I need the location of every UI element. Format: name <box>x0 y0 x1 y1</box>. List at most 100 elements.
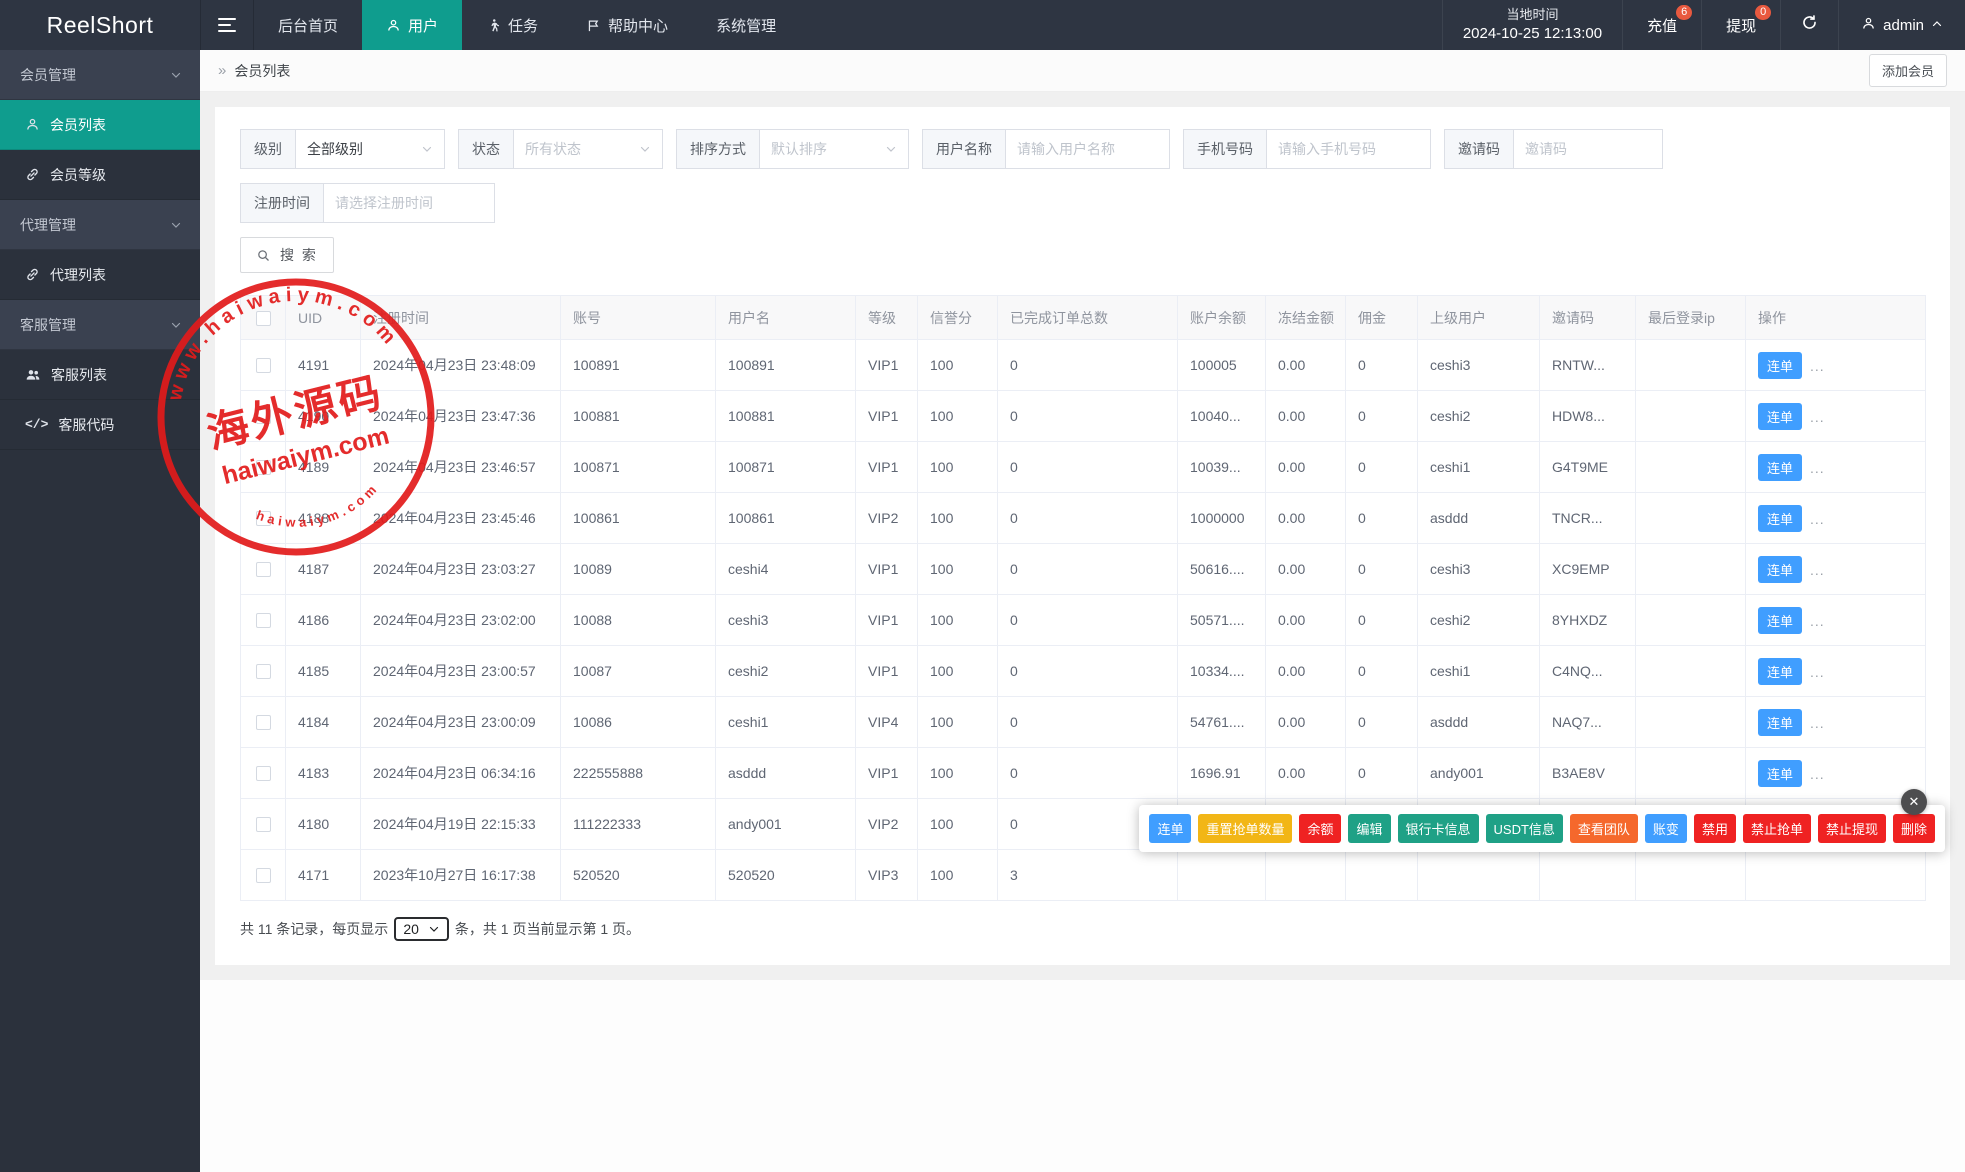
liandan-button[interactable]: 连单 <box>1758 658 1802 685</box>
filter-value: 全部级别 <box>307 139 363 159</box>
row-checkbox[interactable] <box>256 613 271 628</box>
recharge-button[interactable]: 充值 6 <box>1622 0 1701 50</box>
local-time-block: 当地时间 2024-10-25 12:13:00 <box>1442 0 1622 50</box>
nav-item-4[interactable]: 帮助中心 <box>562 0 692 50</box>
cell-orders: 0 <box>998 442 1178 493</box>
sidebar-item-1-1[interactable]: 会员列表 <box>0 100 200 150</box>
cell-parent: andy001 <box>1418 748 1540 799</box>
liandan-button[interactable]: 连单 <box>1758 760 1802 787</box>
liandan-button[interactable]: 连单 <box>1758 403 1802 430</box>
cell-parent: ceshi1 <box>1418 646 1540 697</box>
row-checkbox[interactable] <box>256 562 271 577</box>
navbar-right: 当地时间 2024-10-25 12:13:00 充值 6 提现 0 admin <box>1442 0 1965 50</box>
sidebar-group-1[interactable]: 会员管理 <box>0 50 200 100</box>
withdraw-button[interactable]: 提现 0 <box>1701 0 1780 50</box>
sidebar-group-2[interactable]: 代理管理 <box>0 200 200 250</box>
cell-commission <box>1346 850 1418 901</box>
sidebar-item-3-1[interactable]: 客服列表 <box>0 350 200 400</box>
popup-action-3[interactable]: 余额 <box>1299 814 1341 843</box>
cell-ip <box>1636 595 1746 646</box>
liandan-button[interactable]: 连单 <box>1758 505 1802 532</box>
cell-level: VIP1 <box>856 391 918 442</box>
popup-action-9[interactable]: 禁用 <box>1694 814 1736 843</box>
row-checkbox[interactable] <box>256 664 271 679</box>
sidebar-item-2-1[interactable]: 代理列表 <box>0 250 200 300</box>
page-title: 会员列表 <box>234 61 290 81</box>
liandan-button[interactable]: 连单 <box>1758 454 1802 481</box>
more-actions-button[interactable]: ... <box>1810 715 1825 731</box>
table-header-row: UID注册时间账号用户名等级信誉分已完成订单总数账户余额冻结金额佣金上级用户邀请… <box>241 296 1926 340</box>
filter-select[interactable]: 全部级别 <box>295 129 445 169</box>
brand-logo[interactable]: ReelShort <box>0 0 200 50</box>
popup-action-2[interactable]: 重置抢单数量 <box>1198 814 1292 843</box>
row-checkbox[interactable] <box>256 409 271 424</box>
search-row: 搜 索 <box>240 237 1925 273</box>
cell-orders: 3 <box>998 850 1178 901</box>
popup-action-6[interactable]: USDT信息 <box>1486 814 1563 843</box>
nav-item-2[interactable]: 用户 <box>362 0 462 50</box>
liandan-button[interactable]: 连单 <box>1758 352 1802 379</box>
more-actions-button[interactable]: ... <box>1810 358 1825 374</box>
popup-action-8[interactable]: 账变 <box>1645 814 1687 843</box>
filter-input[interactable]: 请输入手机号码 <box>1266 129 1431 169</box>
close-icon[interactable]: ✕ <box>1901 789 1927 815</box>
more-actions-button[interactable]: ... <box>1810 664 1825 680</box>
cell-credit: 100 <box>918 799 998 850</box>
liandan-button[interactable]: 连单 <box>1758 556 1802 583</box>
more-actions-button[interactable]: ... <box>1810 613 1825 629</box>
add-member-button[interactable]: 添加会员 <box>1869 54 1947 87</box>
cell-username: andy001 <box>716 799 856 850</box>
sidebar-item-1-2[interactable]: 会员等级 <box>0 150 200 200</box>
filter-label: 注册时间 <box>240 183 323 223</box>
cell-action: 连单... <box>1746 595 1926 646</box>
row-checkbox[interactable] <box>256 511 271 526</box>
search-button[interactable]: 搜 索 <box>240 237 334 273</box>
more-actions-button[interactable]: ... <box>1810 562 1825 578</box>
nav-item-1[interactable]: 后台首页 <box>254 0 362 50</box>
cell-username: 520520 <box>716 850 856 901</box>
page-size-select[interactable]: 20 <box>394 917 449 941</box>
select-all-checkbox[interactable] <box>256 311 271 326</box>
filter-input[interactable]: 邀请码 <box>1513 129 1663 169</box>
popup-action-7[interactable]: 查看团队 <box>1570 814 1638 843</box>
popup-action-1[interactable]: 连单 <box>1149 814 1191 843</box>
row-checkbox[interactable] <box>256 766 271 781</box>
popup-action-5[interactable]: 银行卡信息 <box>1398 814 1479 843</box>
popup-action-4[interactable]: 编辑 <box>1348 814 1390 843</box>
refresh-button[interactable] <box>1780 0 1838 50</box>
filter-input[interactable]: 请输入用户名称 <box>1005 129 1170 169</box>
filter-select[interactable]: 所有状态 <box>513 129 663 169</box>
filter-select[interactable]: 默认排序 <box>759 129 909 169</box>
nav-item-5[interactable]: 系统管理 <box>692 0 800 50</box>
liandan-button[interactable]: 连单 <box>1758 607 1802 634</box>
filter-label: 手机号码 <box>1183 129 1266 169</box>
sidebar-group-3[interactable]: 客服管理 <box>0 300 200 350</box>
more-actions-button[interactable]: ... <box>1810 460 1825 476</box>
filter-input[interactable]: 请选择注册时间 <box>323 183 495 223</box>
chevron-up-icon <box>1931 17 1943 34</box>
row-checkbox[interactable] <box>256 460 271 475</box>
sidebar-item-3-2[interactable]: </>客服代码 <box>0 400 200 450</box>
row-checkbox[interactable] <box>256 358 271 373</box>
row-checkbox[interactable] <box>256 868 271 883</box>
row-checkbox[interactable] <box>256 817 271 832</box>
nav-item-3[interactable]: 任务 <box>462 0 562 50</box>
pagination-prefix: 共 11 条记录，每页显示 <box>240 919 388 939</box>
cell-balance: 1696.91 <box>1178 748 1266 799</box>
more-actions-button[interactable]: ... <box>1810 511 1825 527</box>
liandan-button[interactable]: 连单 <box>1758 709 1802 736</box>
cell-commission: 0 <box>1346 493 1418 544</box>
sidebar-toggle-button[interactable] <box>200 0 254 50</box>
popup-action-10[interactable]: 禁止抢单 <box>1743 814 1811 843</box>
row-checkbox[interactable] <box>256 715 271 730</box>
cell-ip <box>1636 697 1746 748</box>
more-actions-button[interactable]: ... <box>1810 409 1825 425</box>
popup-action-11[interactable]: 禁止提现 <box>1818 814 1886 843</box>
cell-level: VIP1 <box>856 544 918 595</box>
popup-action-12[interactable]: 删除 <box>1893 814 1935 843</box>
chevron-down-icon <box>421 143 433 155</box>
cell-commission: 0 <box>1346 442 1418 493</box>
breadcrumb-caret-icon: » <box>218 62 226 79</box>
more-actions-button[interactable]: ... <box>1810 766 1825 782</box>
admin-menu[interactable]: admin <box>1838 0 1965 50</box>
